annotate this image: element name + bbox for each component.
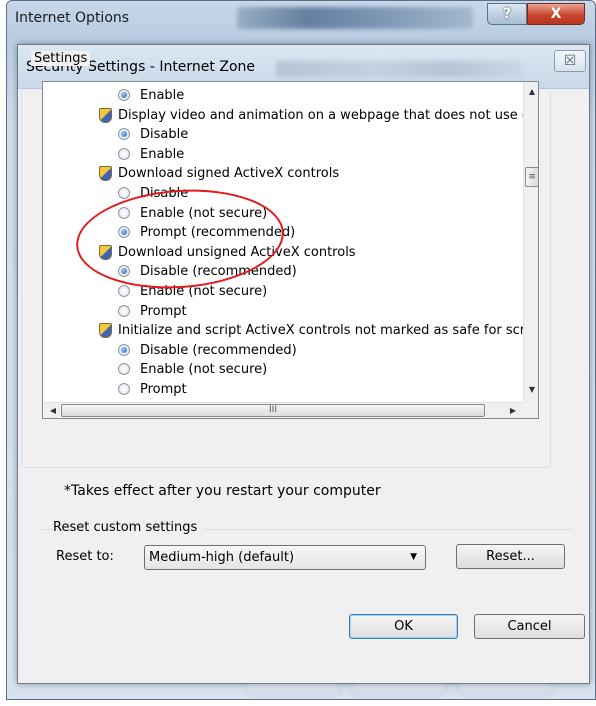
vertical-scroll-thumb[interactable]: ≡ [525, 167, 538, 187]
security-shield-icon [99, 323, 112, 339]
radio-option[interactable]: Enable (not secure) [43, 204, 267, 223]
security-shield-icon [99, 244, 112, 260]
reset-level-select[interactable]: Medium-high (default) ▼ [144, 545, 426, 570]
option-label: Enable (not secure) [140, 362, 268, 378]
dropdown-arrow-icon: ▼ [410, 552, 417, 562]
radio-button[interactable] [118, 285, 130, 297]
option-label: Disable (recommended) [140, 264, 297, 280]
radio-button-checked[interactable] [118, 265, 130, 278]
radio-button-checked[interactable] [118, 128, 130, 141]
radio-button-checked[interactable] [118, 343, 130, 356]
option-label: Enable [140, 88, 185, 103]
option-label: Enable (not secure) [140, 205, 268, 221]
settings-tree[interactable]: Enable Display video and animation on a w… [42, 81, 539, 419]
category-label: Download unsigned ActiveX controls [118, 244, 356, 260]
reset-to-label: Reset to: [56, 549, 114, 564]
settings-tree-content: Enable Display video and animation on a w… [43, 82, 523, 402]
radio-option[interactable]: Prompt [43, 302, 187, 321]
help-button[interactable]: ? [487, 3, 527, 25]
radio-option[interactable]: Enable (not secure) [43, 360, 267, 379]
security-shield-icon [99, 107, 112, 123]
reset-level-value: Medium-high (default) [149, 550, 295, 565]
radio-option[interactable]: Disable [43, 125, 188, 144]
radio-button-checked[interactable] [118, 89, 130, 101]
scroll-up-arrow-icon[interactable]: ▲ [524, 84, 538, 100]
option-label: Disable [140, 127, 189, 143]
ok-button[interactable]: OK [349, 614, 458, 639]
blurred-titlebar-area [237, 7, 473, 29]
scrollbar-corner [523, 402, 538, 418]
radio-button[interactable] [118, 147, 130, 160]
radio-option[interactable]: Prompt (recommended) [43, 223, 295, 242]
radio-button[interactable] [118, 206, 130, 219]
dialog-close-button[interactable]: ☒ [554, 50, 586, 72]
vertical-scrollbar[interactable]: ▲ ≡ ▼ [523, 82, 538, 402]
radio-option[interactable]: Enable (not secure) [43, 282, 267, 301]
radio-button[interactable] [118, 187, 130, 199]
scroll-down-arrow-icon[interactable]: ▼ [524, 382, 538, 398]
setting-category: Download unsigned ActiveX controls [43, 243, 356, 262]
reset-legend: Reset custom settings [53, 520, 204, 535]
radio-button-checked[interactable] [118, 226, 130, 239]
option-label: Enable (not secure) [140, 284, 268, 299]
radio-button[interactable] [118, 383, 130, 395]
security-shield-icon [99, 166, 112, 182]
horizontal-scroll-thumb[interactable]: III [61, 404, 485, 417]
window-close-button[interactable]: X [527, 3, 585, 25]
setting-category: Initialize and script ActiveX controls n… [43, 321, 523, 340]
option-label: Disable [140, 186, 189, 201]
cancel-button[interactable]: Cancel [474, 614, 585, 639]
settings-legend: Settings [31, 51, 91, 66]
radio-button[interactable] [118, 363, 130, 376]
scroll-left-arrow-icon[interactable]: ◀ [45, 403, 61, 418]
reset-button[interactable]: Reset... [456, 544, 565, 569]
radio-option[interactable]: Disable (recommended) [43, 262, 297, 281]
option-label: Disable (recommended) [140, 342, 297, 358]
category-label: Initialize and script ActiveX controls n… [118, 323, 523, 339]
option-label: Prompt [140, 303, 187, 319]
option-label: Prompt [140, 382, 187, 397]
radio-option[interactable]: Enable [43, 145, 184, 164]
setting-category: Display video and animation on a webpage… [43, 106, 523, 125]
radio-option[interactable]: Disable [43, 184, 188, 203]
category-label: Display video and animation on a webpage… [118, 107, 523, 123]
option-label: Prompt (recommended) [140, 225, 296, 241]
scroll-right-arrow-icon[interactable]: ▶ [505, 403, 521, 418]
radio-option[interactable]: Prompt [43, 380, 187, 399]
radio-option[interactable]: Enable [43, 86, 184, 105]
radio-option[interactable]: Disable (recommended) [43, 341, 297, 360]
category-label: Download signed ActiveX controls [118, 166, 340, 182]
internet-options-title: Internet Options [15, 10, 130, 26]
setting-category: Download signed ActiveX controls [43, 164, 339, 183]
horizontal-scrollbar[interactable]: ◀ III ▶ [43, 402, 523, 418]
radio-button[interactable] [118, 304, 130, 317]
restart-footnote: *Takes effect after you restart your com… [64, 483, 381, 499]
option-label: Enable [140, 146, 185, 162]
